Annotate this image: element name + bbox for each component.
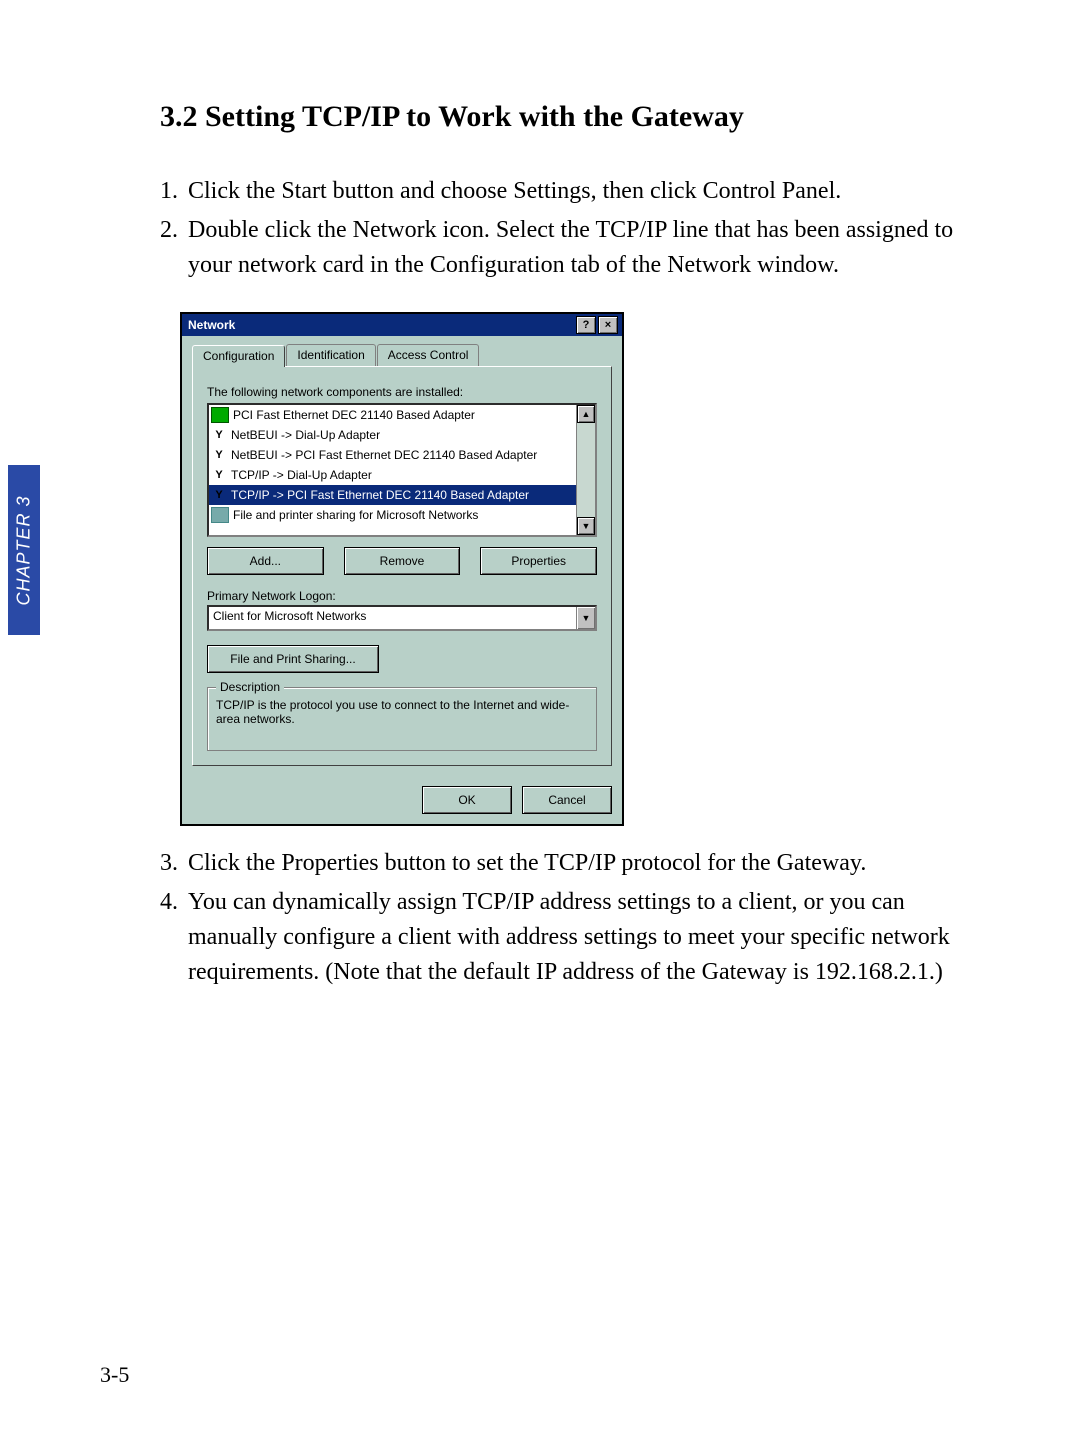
step-number: 1. <box>160 174 188 209</box>
add-button[interactable]: Add... <box>207 547 324 575</box>
list-item-label: PCI Fast Ethernet DEC 21140 Based Adapte… <box>233 408 475 422</box>
instructions-before: 1.Click the Start button and choose Sett… <box>160 174 980 282</box>
list-item-label: NetBEUI -> Dial-Up Adapter <box>231 428 380 442</box>
ok-button[interactable]: OK <box>422 786 512 814</box>
instruction-step: 2.Double click the Network icon. Select … <box>160 213 980 283</box>
proto-icon: Y <box>211 448 227 462</box>
tab-identification[interactable]: Identification <box>286 344 375 366</box>
properties-button[interactable]: Properties <box>480 547 597 575</box>
section-title: 3.2 Setting TCP/IP to Work with the Gate… <box>160 100 980 134</box>
logon-combo[interactable]: Client for Microsoft Networks ▼ <box>207 605 597 631</box>
tabs: ConfigurationIdentificationAccess Contro… <box>192 344 612 366</box>
chapter-label: CHAPTER 3 <box>14 495 35 605</box>
description-text: TCP/IP is the protocol you use to connec… <box>216 698 588 726</box>
help-button[interactable]: ? <box>576 316 596 334</box>
instruction-step: 3.Click the Properties button to set the… <box>160 846 980 881</box>
tab-access-control[interactable]: Access Control <box>377 344 480 366</box>
tab-configuration[interactable]: Configuration <box>192 345 285 367</box>
list-item-label: TCP/IP -> PCI Fast Ethernet DEC 21140 Ba… <box>231 488 529 502</box>
components-label: The following network components are ins… <box>207 385 597 399</box>
instructions-after: 3.Click the Properties button to set the… <box>160 846 980 989</box>
step-text: Click the Properties button to set the T… <box>188 846 980 881</box>
tab-panel-configuration: The following network components are ins… <box>192 366 612 766</box>
description-legend: Description <box>216 680 284 694</box>
step-text: You can dynamically assign TCP/IP addres… <box>188 885 980 989</box>
proto-icon: Y <box>211 468 227 482</box>
step-number: 4. <box>160 885 188 989</box>
description-group: Description TCP/IP is the protocol you u… <box>207 687 597 751</box>
instruction-step: 4.You can dynamically assign TCP/IP addr… <box>160 885 980 989</box>
list-item-label: File and printer sharing for Microsoft N… <box>233 508 478 522</box>
page-number: 3-5 <box>100 1362 129 1388</box>
logon-value: Client for Microsoft Networks <box>209 607 576 629</box>
list-item[interactable]: PCI Fast Ethernet DEC 21140 Based Adapte… <box>209 405 576 425</box>
titlebar: Network ? × <box>182 314 622 336</box>
close-button[interactable]: × <box>598 316 618 334</box>
list-item[interactable]: File and printer sharing for Microsoft N… <box>209 505 576 525</box>
file-print-sharing-button[interactable]: File and Print Sharing... <box>207 645 379 673</box>
share-icon <box>211 507 229 523</box>
list-item-label: NetBEUI -> PCI Fast Ethernet DEC 21140 B… <box>231 448 537 462</box>
adapter-icon <box>211 407 229 423</box>
remove-button[interactable]: Remove <box>344 547 461 575</box>
scroll-up-icon[interactable]: ▲ <box>577 405 595 423</box>
list-item-label: TCP/IP -> Dial-Up Adapter <box>231 468 372 482</box>
chapter-tab: CHAPTER 3 <box>8 465 40 635</box>
scrollbar[interactable]: ▲ ▼ <box>576 405 595 535</box>
logon-label: Primary Network Logon: <box>207 589 597 603</box>
list-item[interactable]: Y NetBEUI -> Dial-Up Adapter <box>209 425 576 445</box>
step-text: Double click the Network icon. Select th… <box>188 213 980 283</box>
scroll-down-icon[interactable]: ▼ <box>577 517 595 535</box>
step-number: 3. <box>160 846 188 881</box>
components-listbox[interactable]: PCI Fast Ethernet DEC 21140 Based Adapte… <box>207 403 597 537</box>
list-item[interactable]: Y TCP/IP -> PCI Fast Ethernet DEC 21140 B… <box>209 485 576 505</box>
list-item[interactable]: Y TCP/IP -> Dial-Up Adapter <box>209 465 576 485</box>
dialog-title: Network <box>186 318 574 332</box>
step-number: 2. <box>160 213 188 283</box>
instruction-step: 1.Click the Start button and choose Sett… <box>160 174 980 209</box>
step-text: Click the Start button and choose Settin… <box>188 174 980 209</box>
list-item[interactable]: Y NetBEUI -> PCI Fast Ethernet DEC 21140 … <box>209 445 576 465</box>
proto-icon: Y <box>211 428 227 442</box>
network-dialog: Network ? × ConfigurationIdentificationA… <box>180 312 624 826</box>
chevron-down-icon[interactable]: ▼ <box>576 607 595 629</box>
cancel-button[interactable]: Cancel <box>522 786 612 814</box>
proto-icon: Y <box>211 488 227 502</box>
